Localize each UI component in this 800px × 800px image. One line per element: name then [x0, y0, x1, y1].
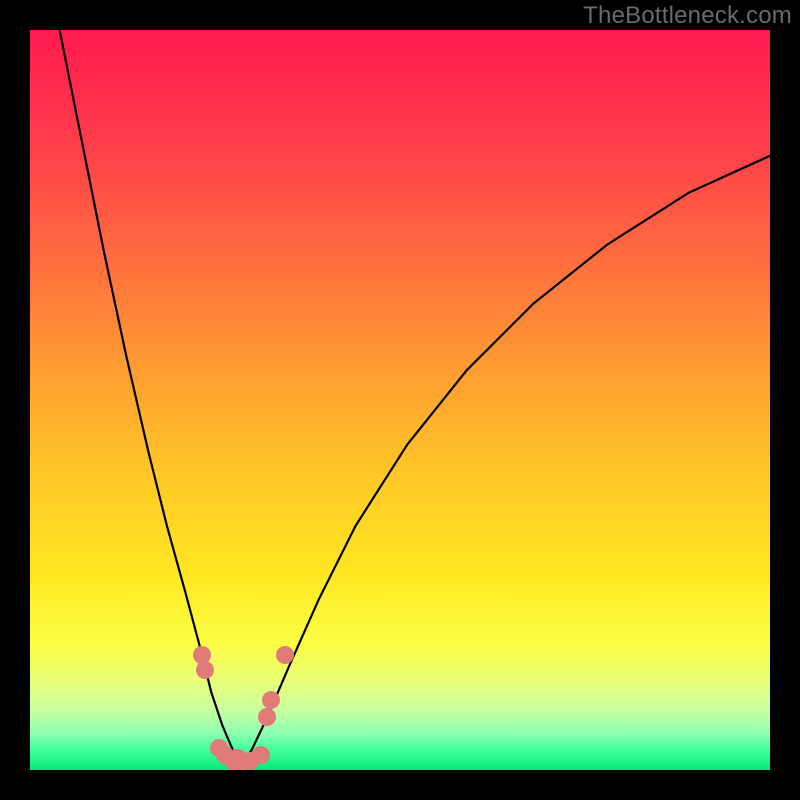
bottleneck-curve-svg	[30, 30, 770, 770]
plot-area	[30, 30, 770, 770]
data-marker	[262, 691, 280, 709]
data-marker	[196, 661, 214, 679]
data-marker	[258, 708, 276, 726]
data-marker	[276, 646, 294, 664]
gradient-background	[30, 30, 770, 770]
data-marker	[252, 746, 270, 764]
watermark-text: TheBottleneck.com	[583, 2, 792, 30]
chart-frame: TheBottleneck.com	[0, 0, 800, 800]
